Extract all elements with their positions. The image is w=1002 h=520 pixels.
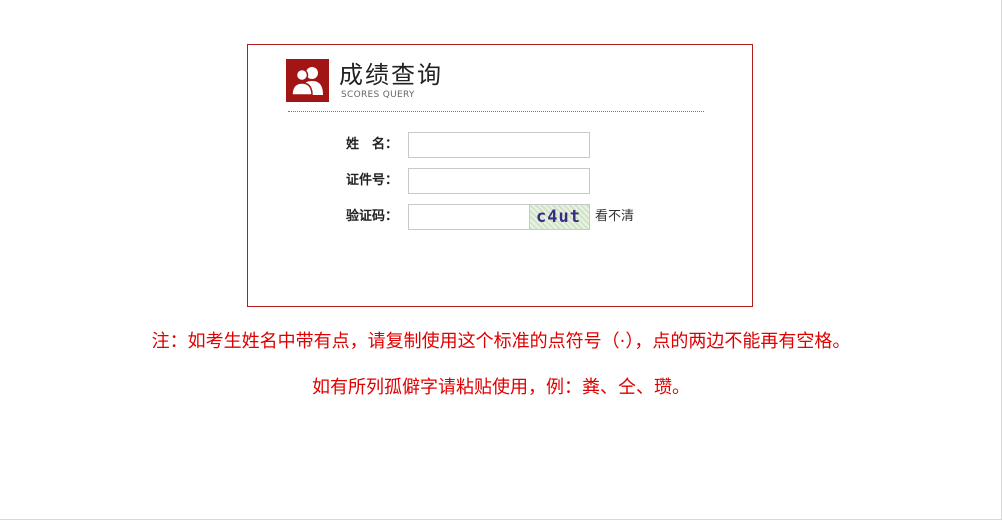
users-logo (286, 59, 329, 102)
page-title: 成绩查询 (339, 61, 443, 89)
captcha-label: 验证码： (346, 209, 399, 224)
captcha-refresh-link[interactable]: 看不清 (595, 209, 634, 225)
page: 成绩查询 SCORES QUERY 姓 名： 证件号： 验证码： c4ut 看不… (0, 0, 1002, 520)
notice-rare-characters: 如有所列孤僻字请粘贴使用，例：粪、仝、瓒。 (312, 377, 690, 398)
id-number-label: 证件号： (346, 173, 399, 188)
users-icon (291, 67, 323, 96)
captcha-row: 验证码： c4ut 看不清 (346, 204, 666, 230)
header-divider (288, 111, 704, 112)
name-input[interactable] (408, 132, 590, 158)
page-subtitle: SCORES QUERY (341, 90, 415, 100)
name-row: 姓 名： (346, 132, 666, 158)
score-query-panel: 成绩查询 SCORES QUERY 姓 名： 证件号： 验证码： c4ut 看不… (247, 44, 753, 307)
panel-header: 成绩查询 SCORES QUERY (286, 59, 706, 111)
captcha-image[interactable]: c4ut (529, 205, 589, 229)
id-number-row: 证件号： (346, 168, 666, 194)
notice-dot-symbol: 注：如考生姓名中带有点，请复制使用这个标准的点符号（·），点的两边不能再有空格。 (151, 331, 851, 352)
id-number-input[interactable] (408, 168, 590, 194)
captcha-image-text: c4ut (536, 207, 581, 227)
name-label: 姓 名： (346, 137, 399, 152)
